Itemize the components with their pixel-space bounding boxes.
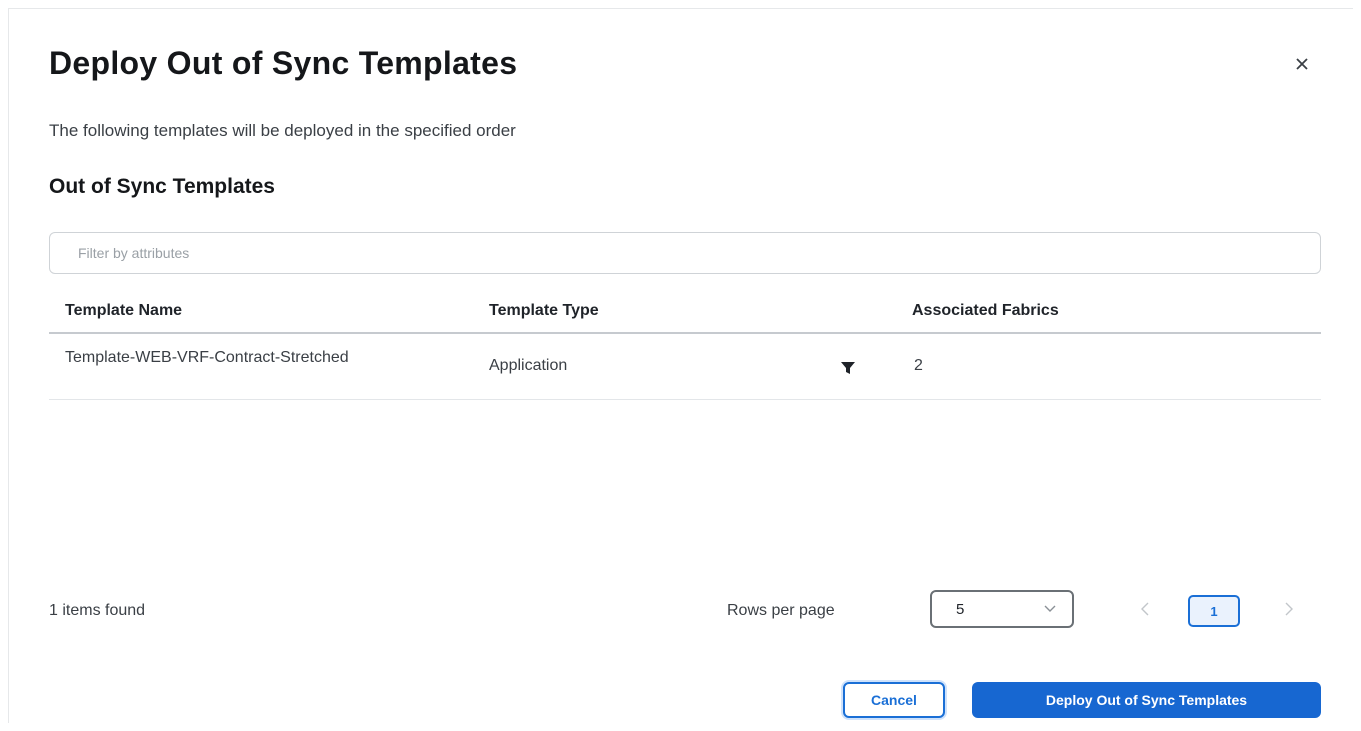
deploy-button[interactable]: Deploy Out of Sync Templates bbox=[972, 682, 1321, 718]
column-header-template-type[interactable]: Template Type bbox=[489, 302, 599, 320]
filter-input[interactable] bbox=[49, 232, 1321, 274]
chevron-down-icon bbox=[1044, 605, 1056, 612]
rows-per-page-select[interactable]: 5 bbox=[930, 590, 1074, 628]
page-number-button[interactable]: 1 bbox=[1188, 595, 1240, 627]
templates-table: Template Name Template Type Associated F… bbox=[49, 289, 1321, 400]
chevron-right-icon bbox=[1285, 602, 1293, 616]
section-title: Out of Sync Templates bbox=[49, 175, 275, 198]
column-header-template-name[interactable]: Template Name bbox=[65, 302, 182, 320]
template-type-cell: Application bbox=[489, 357, 568, 374]
items-found-label: 1 items found bbox=[49, 602, 146, 619]
filter-icon[interactable] bbox=[840, 360, 856, 376]
chevron-left-icon bbox=[1141, 602, 1149, 616]
column-header-associated-fabrics[interactable]: Associated Fabrics bbox=[912, 302, 1059, 320]
next-page-button[interactable] bbox=[1279, 599, 1299, 619]
deploy-dialog: Deploy Out of Sync Templates The followi… bbox=[8, 8, 1353, 723]
close-icon bbox=[1296, 58, 1308, 70]
close-button[interactable] bbox=[1291, 53, 1313, 75]
template-name-cell: Template-WEB-VRF-Contract-Stretched bbox=[65, 349, 349, 366]
dialog-subtitle: The following templates will be deployed… bbox=[49, 121, 516, 140]
rows-per-page-value: 5 bbox=[956, 600, 965, 618]
previous-page-button[interactable] bbox=[1135, 599, 1155, 619]
associated-fabrics-cell: 2 bbox=[914, 357, 923, 374]
cancel-button[interactable]: Cancel bbox=[843, 682, 945, 718]
table-row[interactable]: Template-WEB-VRF-Contract-Stretched Appl… bbox=[49, 334, 1321, 400]
dialog-title: Deploy Out of Sync Templates bbox=[49, 45, 518, 81]
rows-per-page-label: Rows per page bbox=[727, 602, 835, 619]
table-header: Template Name Template Type Associated F… bbox=[49, 289, 1321, 334]
